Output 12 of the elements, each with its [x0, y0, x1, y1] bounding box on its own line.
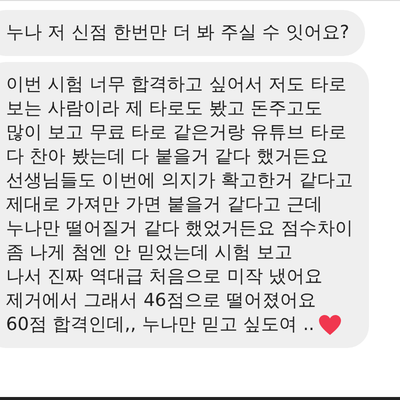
- message-text: 보는 사람이라 제 타로도 봤고 돈주고도: [6, 97, 323, 121]
- message-text: 선생님들도 이번에 의지가 확고한거 같다고: [6, 169, 353, 193]
- message-text: 제거에서 그래서 46점으로 떨어졌어요: [6, 289, 316, 313]
- message-text: 다 찬아 봤는데 다 붙을거 같다 했거든요: [6, 145, 328, 169]
- message-text: 60점 합격인데,, 누나만 믿고 싶도여 ..: [6, 313, 314, 337]
- message-text: 이번 시험 너무 합격하고 싶어서 저도 타로: [6, 73, 346, 97]
- message-text: 누나 저 신점 한번만 더 봐 주실 수 잇어요?: [6, 21, 350, 45]
- message-text: 제대로 가져만 가면 붙을거 같다고 근데: [6, 193, 323, 217]
- message-text: 좀 나게 첨엔 안 믿었는데 시험 보고: [6, 241, 292, 265]
- message-text: 많이 보고 무료 타로 같은거랑 유튜브 타로: [6, 121, 346, 145]
- message-text: 나서 진짜 역대급 처음으로 미작 냈어요: [6, 265, 323, 289]
- message-text: 누나만 떨어질거 같다 했었거든요 점수차이: [6, 217, 353, 241]
